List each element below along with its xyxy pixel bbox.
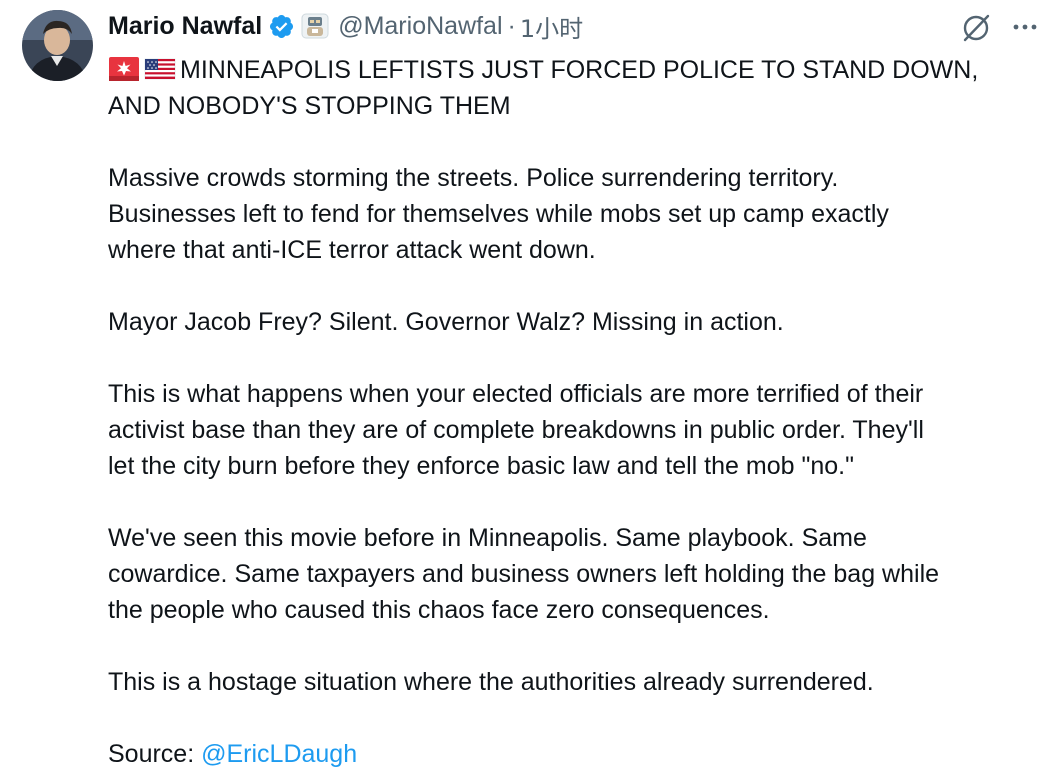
paragraph-5-line-1: This is a hostage situation where the au… — [108, 668, 874, 696]
affiliate-badge-icon[interactable] — [301, 13, 329, 39]
source-mention-link[interactable]: @EricLDaugh — [201, 740, 357, 768]
siren-emoji — [108, 56, 140, 82]
paragraph-1-line-2: Businesses left to fend for themselves w… — [108, 200, 889, 228]
avatar-image — [22, 10, 93, 81]
header-separator: · — [507, 11, 516, 40]
avatar[interactable] — [22, 10, 93, 81]
paragraph-3-line-2: activist base than they are of complete … — [108, 416, 924, 444]
verified-badge-icon[interactable] — [268, 13, 295, 40]
paragraph-4-line-2: cowardice. Same taxpayers and business o… — [108, 560, 940, 588]
paragraph-1-line-3: where that anti-ICE terror attack went d… — [108, 236, 596, 264]
grok-icon[interactable] — [960, 12, 992, 44]
more-options-icon[interactable] — [1010, 15, 1042, 39]
source-label: Source: — [108, 740, 202, 768]
paragraph-3-line-3: let the city burn before they enforce ba… — [108, 452, 854, 480]
headline-line-2: AND NOBODY'S STOPPING THEM — [108, 92, 511, 120]
paragraph-2: Mayor Jacob Frey? Silent. Governor Walz?… — [108, 304, 1038, 340]
post-time[interactable]: 1小时 — [520, 9, 583, 44]
paragraph-4-line-1: We've seen this movie before in Minneapo… — [108, 524, 867, 552]
paragraph-4: We've seen this movie before in Minneapo… — [108, 520, 1038, 628]
tweet-text: MINNEAPOLIS LEFTISTS JUST FORCED POLICE … — [108, 52, 1038, 772]
author-handle[interactable]: @MarioNawfal — [338, 12, 502, 41]
headline-line-1: MINNEAPOLIS LEFTISTS JUST FORCED POLICE … — [180, 56, 979, 84]
paragraph-1-line-1: Massive crowds storming the streets. Pol… — [108, 164, 839, 192]
paragraph-3-line-1: This is what happens when your elected o… — [108, 380, 924, 408]
paragraph-3: This is what happens when your elected o… — [108, 376, 1038, 484]
paragraph-4-line-3: the people who caused this chaos face ze… — [108, 596, 770, 624]
us-flag-emoji — [144, 56, 176, 82]
paragraph-2-line-1: Mayor Jacob Frey? Silent. Governor Walz?… — [108, 308, 784, 336]
paragraph-1: Massive crowds storming the streets. Pol… — [108, 160, 1038, 268]
source-line: Source: @EricLDaugh — [108, 736, 1038, 772]
tweet-header: Mario Nawfal @MarioNawfal · 1小时 — [108, 9, 583, 43]
tweet-headline: MINNEAPOLIS LEFTISTS JUST FORCED POLICE … — [108, 52, 1038, 124]
paragraph-5: This is a hostage situation where the au… — [108, 664, 1038, 700]
author-display-name[interactable]: Mario Nawfal — [108, 12, 262, 41]
